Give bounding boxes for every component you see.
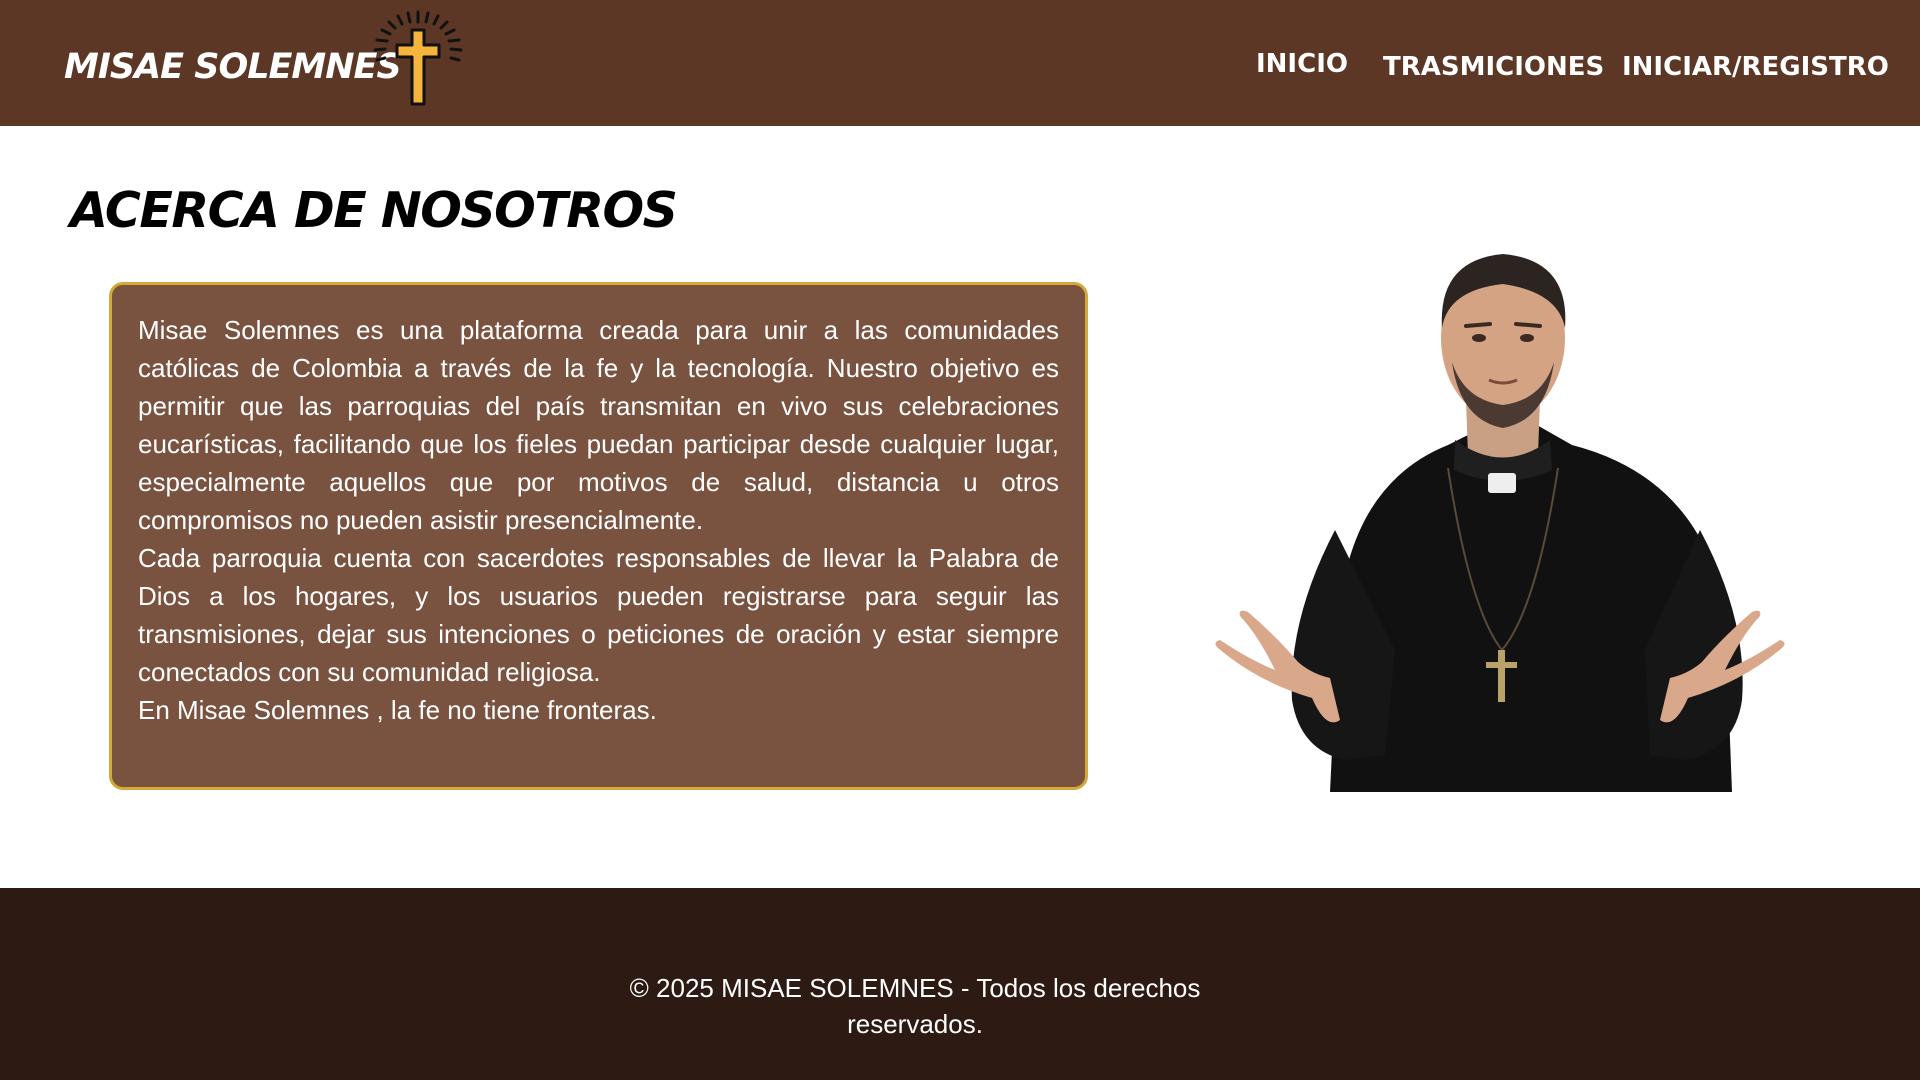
priest-photo <box>1215 254 1785 792</box>
nav-login-register-link[interactable]: INICIAR/REGISTRO <box>1622 52 1889 82</box>
about-paragraph-2: Cada parroquia cuenta con sacerdotes res… <box>138 543 1059 687</box>
about-paragraph-3: En Misae Solemnes , la fe no tiene front… <box>138 695 657 725</box>
nav-trasmiciones-link[interactable]: TRASMICIONES <box>1383 52 1604 82</box>
cross-with-rays-icon <box>373 10 463 106</box>
site-footer: © 2025 MISAE SOLEMNES - Todos los derech… <box>0 888 1920 1080</box>
footer-copyright: © 2025 MISAE SOLEMNES - Todos los derech… <box>629 973 1201 1039</box>
nav-inicio-link[interactable]: INICIO <box>1256 49 1348 79</box>
about-text-box: Misae Solemnes es una plataforma creada … <box>109 282 1088 790</box>
site-header: MISAE SOLEMNES INICIO TRASMICIONES INICI… <box>0 0 1920 126</box>
about-paragraph-1: Misae Solemnes es una plataforma creada … <box>138 315 1059 535</box>
brand-name[interactable]: MISAE SOLEMNES <box>64 47 402 87</box>
page-title: ACERCA DE NOSOTROS <box>70 182 678 239</box>
